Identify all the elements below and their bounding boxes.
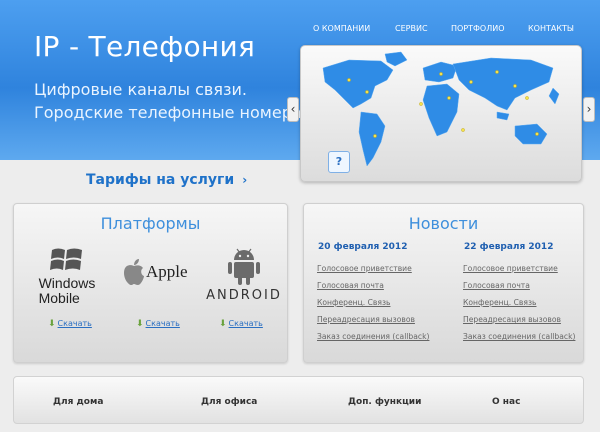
news-column-1: 20 февраля 2012 Голосовое приветствие Го…: [317, 242, 429, 349]
news-date: 22 февраля 2012: [464, 242, 554, 252]
windows-mobile-logo: Windows Mobile: [32, 244, 102, 306]
tariffs-label: Тарифы на услуги: [86, 172, 235, 188]
news-link[interactable]: Конференц. Связь: [463, 298, 575, 307]
apple-logo: Apple: [122, 258, 202, 286]
site-title: IP - Телефония: [34, 30, 256, 63]
download-arrow-icon: ⬇: [48, 319, 56, 329]
platforms-panel: Платформы Windows Mobile Apple ANDROID ⬇…: [13, 203, 288, 363]
tagline-line-1: Цифровые каналы связи.: [34, 80, 247, 99]
tagline-line-2: Городские телефонные номера: [34, 103, 302, 122]
footer-item-about[interactable]: О нас: [492, 397, 520, 407]
nav-item-contacts[interactable]: КОНТАКТЫ: [528, 24, 574, 33]
android-logo: ANDROID: [206, 246, 282, 303]
news-link[interactable]: Голосовое приветствие: [317, 264, 429, 273]
news-link[interactable]: Заказ соединения (callback): [463, 332, 575, 341]
footer-item-home[interactable]: Для дома: [53, 397, 103, 407]
tariffs-link[interactable]: Тарифы на услуги ›: [86, 172, 247, 188]
windows-mobile-line-1: Windows: [38, 275, 96, 291]
download-link-windows[interactable]: ⬇ Скачать: [48, 319, 92, 329]
platforms-title: Платформы: [100, 214, 201, 233]
android-label: ANDROID: [206, 288, 282, 303]
nav-item-service[interactable]: СЕРВИС: [395, 24, 428, 33]
news-link[interactable]: Переадресация вызовов: [463, 315, 575, 324]
download-label: Скачать: [228, 319, 263, 328]
footer-nav: Для дома Для офиса Доп. функции О нас: [13, 376, 584, 424]
news-link[interactable]: Голосовое приветствие: [463, 264, 575, 273]
news-panel: Новости 20 февраля 2012 Голосовое привет…: [303, 203, 584, 363]
chevron-right-icon: ›: [242, 173, 248, 187]
news-link[interactable]: Голосовая почта: [463, 281, 575, 290]
news-link[interactable]: Голосовая почта: [317, 281, 429, 290]
download-arrow-icon: ⬇: [219, 319, 227, 329]
download-arrow-icon: ⬇: [136, 319, 144, 329]
help-button[interactable]: ?: [328, 151, 350, 173]
download-label: Скачать: [57, 319, 92, 328]
download-link-apple[interactable]: ⬇ Скачать: [136, 319, 180, 329]
download-link-android[interactable]: ⬇ Скачать: [219, 319, 263, 329]
apple-label: Apple: [146, 262, 188, 281]
android-robot-icon: [228, 248, 260, 285]
slider-prev-button[interactable]: ‹: [287, 97, 299, 122]
nav-item-portfolio[interactable]: ПОРТФОЛИО: [451, 24, 505, 33]
download-label: Скачать: [145, 319, 180, 328]
footer-item-extra[interactable]: Доп. функции: [348, 397, 421, 407]
windows-flag-icon: [50, 248, 82, 270]
news-title: Новости: [408, 214, 479, 233]
apple-icon: [124, 259, 144, 285]
slider-next-button[interactable]: ›: [583, 97, 595, 122]
news-column-2: 22 февраля 2012 Голосовое приветствие Го…: [463, 242, 575, 349]
news-link[interactable]: Заказ соединения (callback): [317, 332, 429, 341]
news-date: 20 февраля 2012: [318, 242, 408, 252]
footer-item-office[interactable]: Для офиса: [201, 397, 257, 407]
nav-item-company[interactable]: О КОМПАНИИ: [313, 24, 370, 33]
news-link[interactable]: Переадресация вызовов: [317, 315, 429, 324]
windows-mobile-line-2: Mobile: [38, 290, 80, 306]
news-link[interactable]: Конференц. Связь: [317, 298, 429, 307]
